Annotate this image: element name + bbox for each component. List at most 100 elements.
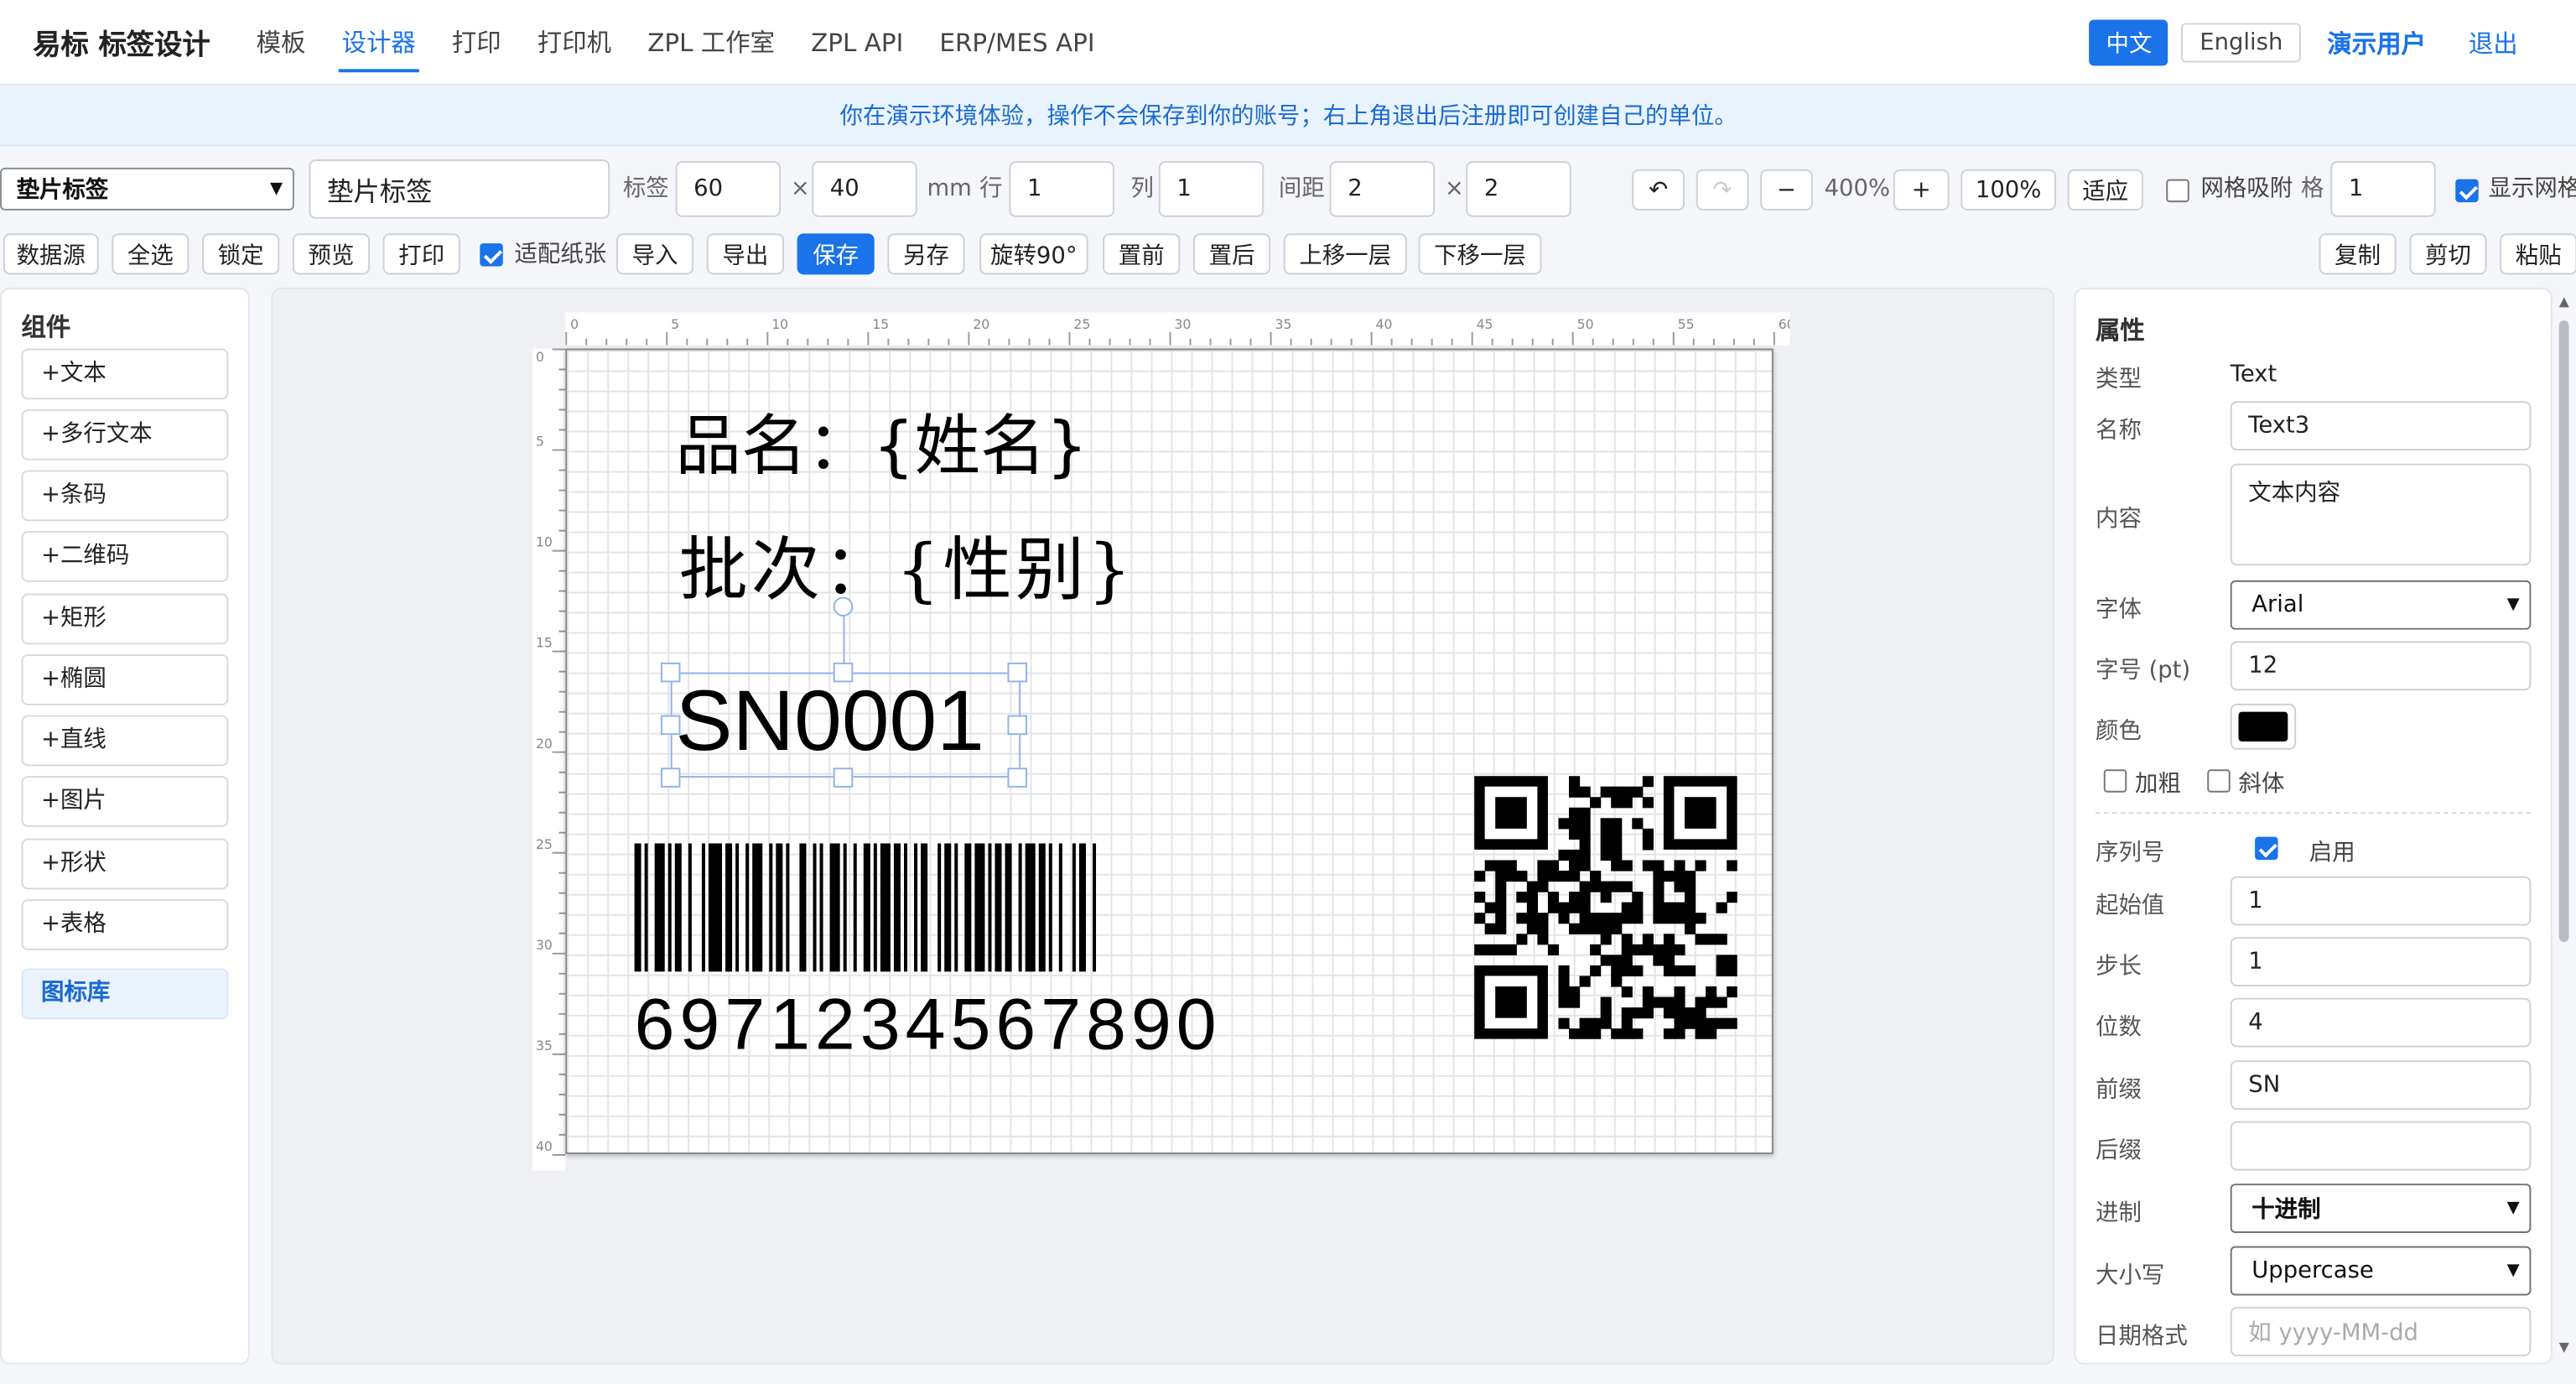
cols-input[interactable]: 1	[1158, 161, 1265, 217]
resize-handle-se[interactable]	[1007, 767, 1027, 788]
date-format-input[interactable]: 如 yyyy-MM-dd	[2230, 1307, 2532, 1356]
fit-paper-checkbox[interactable]	[480, 243, 503, 267]
zoom-100-button[interactable]: 100%	[1961, 169, 2056, 211]
show-grid-checkbox[interactable]	[2455, 179, 2479, 203]
lock-button[interactable]: 锁定	[202, 233, 280, 275]
snap-checkbox[interactable]	[2166, 179, 2189, 203]
rotate-button[interactable]: 旋转90°	[979, 233, 1088, 275]
logout-link[interactable]: 退出	[2469, 25, 2518, 60]
italic-checkbox[interactable]	[2207, 769, 2231, 793]
nav-designer[interactable]: 设计器	[338, 18, 419, 73]
font-select[interactable]: Arial ▼	[2230, 580, 2532, 630]
grid-size-input[interactable]: 1	[2330, 161, 2436, 217]
properties-scrollbar[interactable]: ▲ ▼	[2554, 288, 2574, 1365]
save-as-button[interactable]: 另存	[887, 233, 965, 275]
datasource-button[interactable]: 数据源	[3, 233, 99, 275]
name-input[interactable]: Text3	[2230, 401, 2532, 451]
suffix-input[interactable]	[2230, 1121, 2532, 1171]
zoom-in-button[interactable]: +	[1893, 169, 1950, 211]
nav-erp-mes-api[interactable]: ERP/MES API	[936, 21, 1098, 64]
resize-handle-e[interactable]	[1007, 715, 1027, 736]
select-all-button[interactable]: 全选	[112, 233, 190, 275]
qr-module	[1632, 786, 1644, 798]
prefix-input[interactable]: SN	[2230, 1060, 2532, 1110]
serial-enabled-checkbox[interactable]	[2255, 836, 2278, 861]
template-select[interactable]: 垫片标签 ▼	[0, 167, 294, 211]
move-down-button[interactable]: 下移一层	[1418, 233, 1542, 275]
template-name-input[interactable]: 垫片标签	[309, 159, 610, 219]
nav-templates[interactable]: 模板	[253, 18, 309, 66]
add-qrcode-button[interactable]: +二维码	[21, 531, 229, 582]
import-button[interactable]: 导入	[616, 233, 694, 275]
add-line-button[interactable]: +直线	[21, 715, 229, 767]
undo-button[interactable]: ↶	[1632, 169, 1685, 211]
bring-front-button[interactable]: 置前	[1103, 233, 1181, 275]
paste-button[interactable]: 粘贴	[2500, 233, 2576, 275]
gap-x-input[interactable]: 2	[1329, 161, 1436, 217]
redo-button[interactable]: ↷	[1696, 169, 1749, 211]
fit-button[interactable]: 适应	[2067, 169, 2143, 211]
print-button[interactable]: 打印	[382, 233, 460, 275]
text-product-name[interactable]: 品名：{姓名}	[676, 393, 1088, 488]
add-shape-button[interactable]: +形状	[21, 838, 229, 890]
add-rect-button[interactable]: +矩形	[21, 593, 229, 645]
resize-handle-ne[interactable]	[1007, 662, 1027, 683]
qr-module	[1611, 955, 1623, 966]
font-size-input[interactable]: 12	[2230, 641, 2532, 691]
nav-printers[interactable]: 打印机	[534, 18, 615, 66]
digits-input[interactable]: 4	[2230, 997, 2532, 1048]
scroll-down-icon[interactable]: ▼	[2559, 1340, 2569, 1355]
template-select-value: 垫片标签	[16, 177, 109, 205]
lang-zh-button[interactable]: 中文	[2089, 19, 2169, 66]
label-height-input[interactable]: 40	[812, 161, 917, 217]
ruler-label: 10	[536, 534, 553, 550]
text-batch[interactable]: 批次：{性别}	[678, 514, 1135, 615]
qr-module	[1685, 965, 1696, 977]
add-text-button[interactable]: +文本	[21, 348, 229, 400]
save-button[interactable]: 保存	[797, 233, 875, 275]
gap-y-input[interactable]: 2	[1466, 161, 1571, 217]
qr-module	[1569, 892, 1581, 903]
qr-module	[1621, 1028, 1633, 1039]
cut-button[interactable]: 剪切	[2409, 233, 2487, 275]
nav-print[interactable]: 打印	[449, 18, 505, 66]
color-picker[interactable]	[2230, 703, 2297, 750]
send-back-button[interactable]: 置后	[1192, 233, 1271, 275]
barcode-bar	[701, 843, 705, 972]
export-button[interactable]: 导出	[706, 233, 784, 275]
bold-checkbox[interactable]	[2103, 769, 2127, 793]
user-name[interactable]: 演示用户	[2327, 25, 2426, 60]
step-input[interactable]: 1	[2230, 937, 2532, 986]
scroll-thumb[interactable]	[2558, 320, 2569, 943]
nav-zpl-studio[interactable]: ZPL 工作室	[644, 18, 778, 66]
barcode-bar	[937, 843, 942, 972]
scroll-up-icon[interactable]: ▲	[2559, 294, 2569, 310]
label-canvas[interactable]: 品名：{姓名} 批次：{性别} SN0001 6971234567890	[565, 348, 1774, 1154]
add-barcode-button[interactable]: +条码	[21, 470, 229, 522]
preview-button[interactable]: 预览	[292, 233, 370, 275]
rows-input[interactable]: 1	[1009, 161, 1114, 217]
barcode-bar	[974, 843, 985, 972]
rotate-handle[interactable]	[833, 596, 854, 617]
nav-zpl-api[interactable]: ZPL API	[808, 21, 906, 64]
qr-module	[1569, 923, 1581, 934]
content-textarea[interactable]: 文本内容	[2230, 463, 2532, 566]
label-width-input[interactable]: 60	[675, 161, 781, 217]
barcode[interactable]	[634, 843, 1335, 975]
add-multiline-text-button[interactable]: +多行文本	[21, 409, 229, 460]
lang-en-button[interactable]: English	[2181, 23, 2301, 63]
case-select[interactable]: Uppercase ▼	[2230, 1246, 2532, 1296]
move-up-button[interactable]: 上移一层	[1283, 233, 1407, 275]
text-serial[interactable]: SN0001	[676, 673, 984, 772]
zoom-out-button[interactable]: −	[1760, 169, 1813, 211]
add-ellipse-button[interactable]: +椭圆	[21, 654, 229, 705]
radix-select[interactable]: 十进制 ▼	[2230, 1184, 2532, 1233]
qr-module	[1727, 860, 1737, 872]
icon-library-button[interactable]: 图标库	[21, 968, 229, 1020]
start-input[interactable]: 1	[2230, 876, 2532, 926]
copy-button[interactable]: 复制	[2319, 233, 2397, 275]
qr-module	[1558, 818, 1570, 830]
qrcode[interactable]	[1474, 776, 1737, 1039]
add-table-button[interactable]: +表格	[21, 899, 229, 950]
add-image-button[interactable]: +图片	[21, 776, 229, 827]
